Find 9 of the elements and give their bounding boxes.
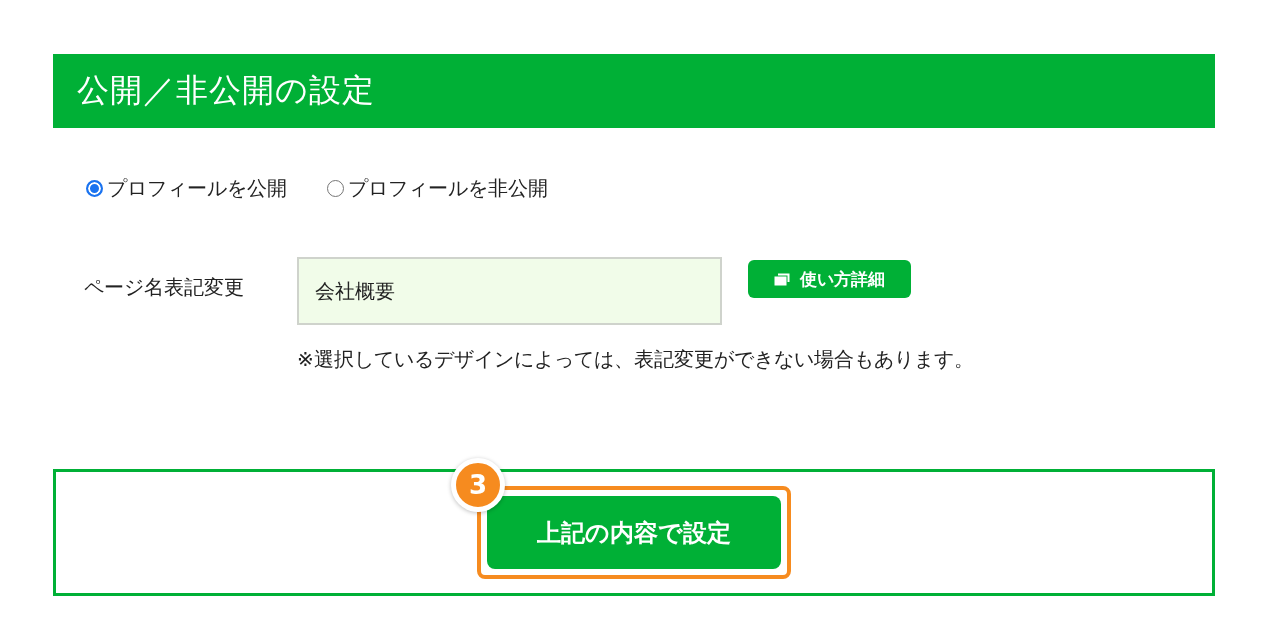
section-title: 公開／非公開の設定 xyxy=(77,70,375,111)
note-text: ※選択しているデザインによっては、表記変更ができない場合もあります。 xyxy=(297,346,975,373)
page-name-input[interactable]: 会社概要 xyxy=(297,257,722,325)
field-label: ページ名表記変更 xyxy=(84,274,245,301)
stacked-windows-icon xyxy=(774,272,790,286)
radio-button[interactable] xyxy=(86,179,103,197)
radio-button[interactable] xyxy=(327,179,344,197)
radio-label[interactable]: プロフィールを非公開 xyxy=(348,174,548,202)
radio-label[interactable]: プロフィールを公開 xyxy=(107,174,287,202)
